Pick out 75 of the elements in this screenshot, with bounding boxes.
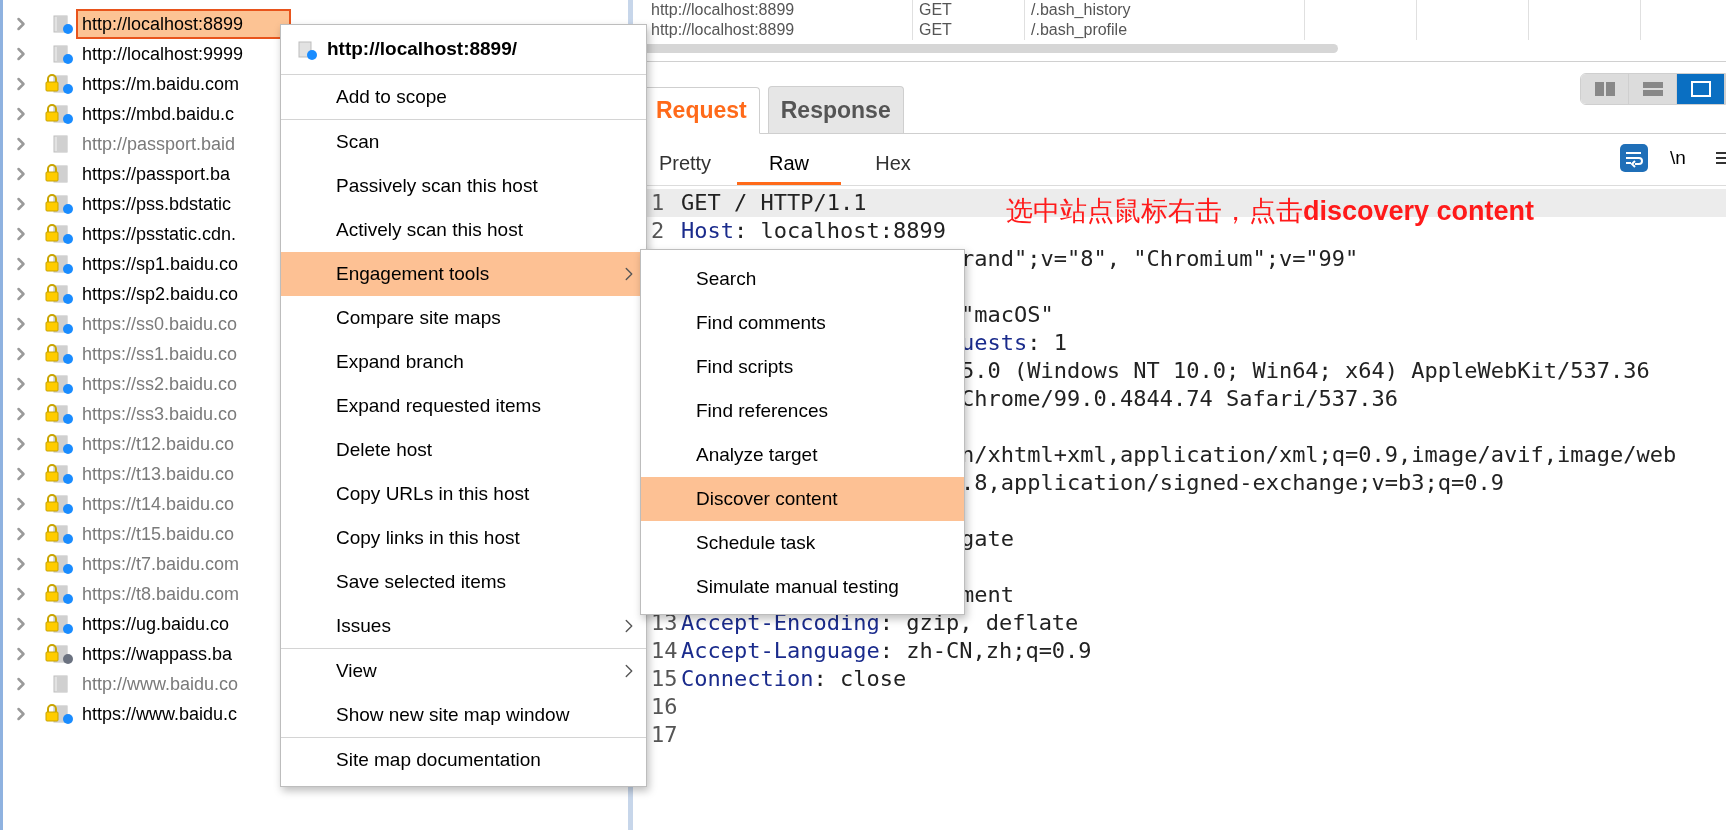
site-tree-item[interactable]: http://www.baidu.co <box>76 669 245 699</box>
site-tree-item[interactable]: https://pss.bdstatic <box>76 189 238 219</box>
menu-item[interactable]: Schedule task <box>641 521 964 565</box>
line-number: 16 <box>651 694 678 719</box>
layout-toggle-button[interactable] <box>1629 74 1677 104</box>
site-tree-item[interactable]: https://t15.baidu.co <box>76 519 241 549</box>
menu-item[interactable]: Site map documentation <box>281 738 646 782</box>
menu-item[interactable]: Find references <box>641 389 964 433</box>
columns-icon <box>1594 82 1615 96</box>
editor-tab[interactable]: Response <box>767 86 904 133</box>
site-tree-item[interactable]: https://t14.baidu.co <box>76 489 241 519</box>
site-tree-item[interactable]: https://sp2.baidu.co <box>76 279 245 309</box>
site-tree-item[interactable]: https://mbd.baidu.c <box>76 99 241 129</box>
rows-icon <box>1642 82 1663 96</box>
code-text: : localhost:8899 <box>734 217 946 245</box>
menu-item[interactable]: Find comments <box>641 301 964 345</box>
site-tree-item[interactable]: https://m.baidu.com <box>76 69 246 99</box>
code-text: Chrome/99.0.4844.74 Safari/537.36 <box>961 385 1399 413</box>
site-tree-item[interactable]: https://ss2.baidu.co <box>76 369 244 399</box>
header-name: Accept-Language <box>681 637 880 665</box>
table-cell: GET <box>913 0 1025 20</box>
site-tree-item[interactable]: http://passport.baid <box>76 129 242 159</box>
code-text: "macOS" <box>961 301 1054 329</box>
code-text: GET / HTTP/1.1 <box>681 189 867 217</box>
layout-toggle-button[interactable] <box>1581 74 1629 104</box>
annotation-text: 选中站点鼠标右击，点击discovery content <box>1006 195 1535 228</box>
site-tree-item[interactable]: http://localhost:9999 <box>76 39 250 69</box>
header-name: Connection <box>681 665 814 693</box>
newline-toggle[interactable]: \n <box>1670 144 1694 173</box>
wrap-icon[interactable] <box>1620 144 1648 173</box>
code-text: : zh-CN,zh;q=0.9 <box>879 637 1092 665</box>
menu-item[interactable]: Discover content <box>641 477 964 521</box>
view-tab[interactable]: Raw <box>737 143 841 185</box>
site-tree-item[interactable]: https://wappass.ba <box>76 639 239 669</box>
menu-item[interactable]: Find scripts <box>641 345 964 389</box>
table-cell: /.bash_history <box>1025 0 1305 20</box>
code-text: : close <box>813 665 907 693</box>
line-number: 2 <box>651 218 665 243</box>
site-tree-item[interactable]: https://passport.ba <box>76 159 237 189</box>
site-tree-item[interactable]: http://localhost:8899 <box>76 9 291 39</box>
line-number: 15 <box>651 666 678 691</box>
menu-header: http://localhost:8899/ <box>327 37 518 62</box>
code-text: : gzip, deflate <box>879 609 1079 637</box>
site-tree-item[interactable]: https://t7.baidu.com <box>76 549 246 579</box>
table-cell: GET <box>913 20 1025 40</box>
code-text: n/xhtml+xml,application/xml;q=0.9,image/avif,image/web <box>961 441 1677 469</box>
site-tree-item[interactable]: https://ss0.baidu.co <box>76 309 244 339</box>
site-tree-item[interactable]: https://ug.baidu.co <box>76 609 236 639</box>
line-number: 1 <box>651 190 665 215</box>
site-tree-item[interactable]: https://ss1.baidu.co <box>76 339 244 369</box>
site-tree-item[interactable]: https://www.baidu.c <box>76 699 244 729</box>
header-name: Accept-Encoding <box>681 609 880 637</box>
site-tree-item[interactable]: https://psstatic.cdn. <box>76 219 243 249</box>
layout-toggle-button[interactable] <box>1677 74 1725 104</box>
site-tree-item[interactable]: https://t8.baidu.com <box>76 579 246 609</box>
site-tree-item[interactable]: https://sp1.baidu.co <box>76 249 245 279</box>
code-text: rand";v="8", "Chromium";v="99" <box>961 245 1359 273</box>
menu-item[interactable]: Show new site map window <box>281 693 646 737</box>
line-number: 17 <box>651 722 678 747</box>
code-text: : 1 <box>1027 329 1067 357</box>
menu-item[interactable]: Actively scan this host <box>281 208 646 252</box>
menu-item[interactable]: Analyze target <box>641 433 964 477</box>
menu-item[interactable]: View <box>281 649 646 693</box>
view-tab[interactable]: Hex <box>841 143 945 185</box>
site-tree-item[interactable]: https://t13.baidu.co <box>76 459 241 489</box>
line-number: 14 <box>651 638 678 663</box>
table-cell: /.bash_profile <box>1025 20 1305 40</box>
menu-item[interactable]: Add to scope <box>281 75 646 119</box>
square-icon <box>1690 81 1711 97</box>
menu-icon[interactable] <box>1716 150 1726 167</box>
site-tree-item[interactable]: https://ss3.baidu.co <box>76 399 244 429</box>
table-cell: http://localhost:8899 <box>633 0 913 20</box>
site-tree-item[interactable]: https://t12.baidu.co <box>76 429 241 459</box>
header-name: Host <box>681 217 734 245</box>
code-text: .8,application/signed-exchange;v=b3;q=0.9 <box>961 469 1505 497</box>
